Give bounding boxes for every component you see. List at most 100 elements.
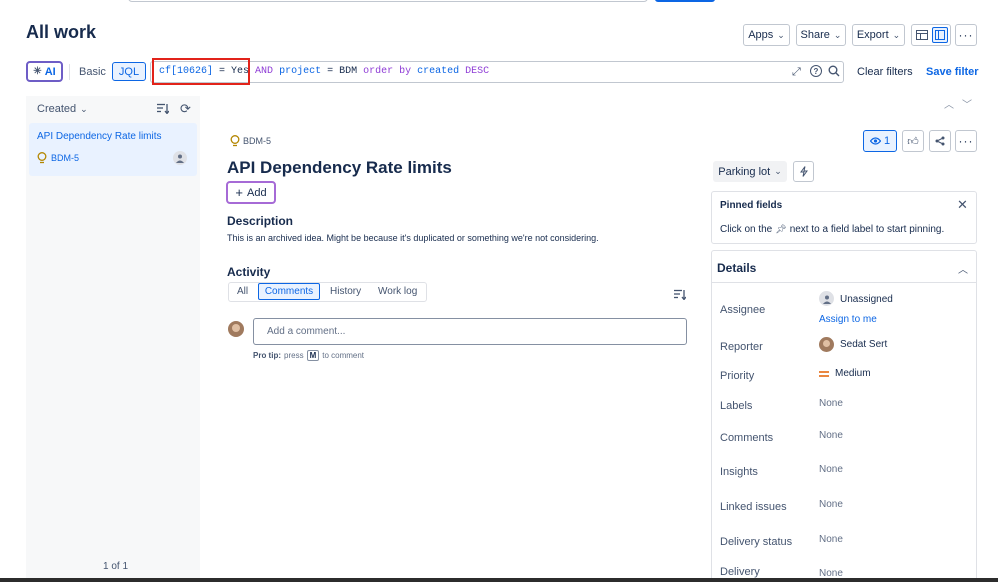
plus-icon: + xyxy=(235,185,243,200)
basic-toggle[interactable]: Basic xyxy=(79,66,106,78)
jql-keyword: DESC xyxy=(465,66,490,77)
delivery-status-value[interactable]: None xyxy=(819,534,843,545)
labels-value[interactable]: None xyxy=(819,398,843,409)
comments-value[interactable]: None xyxy=(819,430,843,441)
watch-button[interactable]: 1 xyxy=(863,130,897,152)
activity-heading: Activity xyxy=(227,265,271,279)
list-item-key[interactable]: BDM-5 xyxy=(51,153,79,163)
assign-to-me-link[interactable]: Assign to me xyxy=(819,314,877,325)
thumbs-up-icon: 👍︎ xyxy=(907,135,919,148)
search-icon[interactable] xyxy=(828,65,840,77)
bottom-border xyxy=(0,578,998,582)
lightbulb-icon xyxy=(230,135,240,147)
details-heading[interactable]: Details xyxy=(717,261,756,275)
issue-more-button[interactable]: ··· xyxy=(955,130,977,152)
sort-dropdown[interactable]: Created ⌄ xyxy=(37,103,88,115)
pinned-text-after: next to a field label to start pinning. xyxy=(789,224,945,235)
export-button[interactable]: Export ⌄ xyxy=(852,24,905,46)
list-view-toggle[interactable] xyxy=(911,24,951,46)
chevron-down-icon: ⌄ xyxy=(833,29,842,40)
sort-order-icon[interactable] xyxy=(157,103,169,114)
more-options-button[interactable]: ··· xyxy=(955,24,977,46)
top-create-button-remnant[interactable] xyxy=(655,0,715,2)
sort-label: Created xyxy=(37,103,77,115)
activity-sort-icon[interactable] xyxy=(674,289,686,300)
priority-medium-icon xyxy=(819,371,829,377)
description-text[interactable]: This is an archived idea. Might be becau… xyxy=(227,233,599,243)
next-issue-icon[interactable]: ﹀ xyxy=(962,96,972,111)
clear-filters-button[interactable]: Clear filters xyxy=(857,66,913,78)
issue-key[interactable]: BDM-5 xyxy=(243,136,271,146)
insights-label: Insights xyxy=(720,466,758,478)
reporter-label: Reporter xyxy=(720,341,763,353)
pro-tip: Pro tip: press M to comment xyxy=(253,350,364,361)
save-filter-button[interactable]: Save filter xyxy=(926,66,979,78)
expand-icon[interactable]: ⤢ xyxy=(792,66,801,79)
insights-value[interactable]: None xyxy=(819,464,843,475)
apps-button[interactable]: Apps ⌄ xyxy=(743,24,790,46)
avatar-face xyxy=(823,340,830,347)
jql-toggle[interactable]: JQL xyxy=(112,62,146,81)
reporter-value[interactable]: Sedat Sert xyxy=(840,339,887,350)
jql-field: created xyxy=(417,66,460,77)
filter-divider xyxy=(69,64,70,80)
jql-operator: = xyxy=(327,66,334,77)
jql-field: project xyxy=(279,66,322,77)
automation-button[interactable] xyxy=(793,161,814,182)
jql-keyword: by xyxy=(399,66,412,77)
tab-all[interactable]: All xyxy=(237,286,248,297)
tab-comments[interactable]: Comments xyxy=(258,283,320,300)
delivery-status-label: Delivery status xyxy=(720,536,793,548)
avatar-face xyxy=(232,324,240,332)
lightbulb-icon xyxy=(37,152,47,164)
more-icon: ··· xyxy=(958,134,974,148)
status-dropdown[interactable]: Parking lot ⌄ xyxy=(713,161,787,182)
comments-label: Comments xyxy=(720,432,774,444)
lightning-icon xyxy=(799,166,808,177)
tab-history[interactable]: History xyxy=(330,286,361,297)
avatar xyxy=(173,151,187,165)
details-divider xyxy=(711,282,977,283)
pin-icon: 📌︎ xyxy=(775,224,787,234)
page-title: All work xyxy=(26,22,97,42)
more-icon: ··· xyxy=(958,28,974,42)
status-label: Parking lot xyxy=(718,165,771,178)
chevron-down-icon: ⌄ xyxy=(777,29,785,40)
table-view-icon[interactable] xyxy=(914,27,930,43)
close-icon[interactable]: ✕ xyxy=(957,197,968,213)
share-issue-button[interactable] xyxy=(929,130,951,152)
share-label: Share xyxy=(800,29,830,41)
pagination: 1 of 1 xyxy=(103,561,129,572)
eye-icon xyxy=(869,137,881,145)
detail-view-icon[interactable] xyxy=(932,27,948,43)
assignee-label: Assignee xyxy=(720,304,766,316)
ai-button[interactable]: ✳ AI xyxy=(26,61,63,82)
sparkle-icon: ✳ xyxy=(33,66,42,77)
share-button[interactable]: Share ⌄ xyxy=(796,24,846,46)
tab-work-log[interactable]: Work log xyxy=(378,286,417,297)
pro-tip-rest: to comment xyxy=(322,351,365,360)
pinned-fields-heading: Pinned fields xyxy=(720,200,783,211)
help-icon[interactable]: ? xyxy=(810,65,822,77)
vote-button[interactable]: 👍︎ xyxy=(902,130,924,152)
description-heading: Description xyxy=(227,214,294,228)
add-button[interactable]: + Add xyxy=(226,181,276,204)
linked-issues-value[interactable]: None xyxy=(819,499,843,510)
assignee-value[interactable]: Unassigned xyxy=(840,294,893,305)
labels-label: Labels xyxy=(720,400,753,412)
refresh-icon[interactable]: ⟳ xyxy=(180,101,191,117)
jql-keyword: AND xyxy=(255,66,274,77)
unassigned-avatar xyxy=(819,291,834,306)
chevron-up-icon[interactable]: ︿ xyxy=(958,261,968,276)
reporter-avatar xyxy=(819,337,834,352)
previous-issue-icon[interactable]: ︿ xyxy=(944,96,954,111)
list-item-title[interactable]: API Dependency Rate limits xyxy=(37,131,162,142)
jql-label: JQL xyxy=(118,65,140,78)
delivery-label: Delivery xyxy=(720,566,760,578)
issue-title[interactable]: API Dependency Rate limits xyxy=(227,158,452,178)
linked-issues-label: Linked issues xyxy=(720,501,787,513)
priority-value[interactable]: Medium xyxy=(835,368,871,379)
ai-label: AI xyxy=(44,65,56,78)
comment-placeholder: Add a comment... xyxy=(267,326,346,337)
watch-count: 1 xyxy=(883,135,891,147)
